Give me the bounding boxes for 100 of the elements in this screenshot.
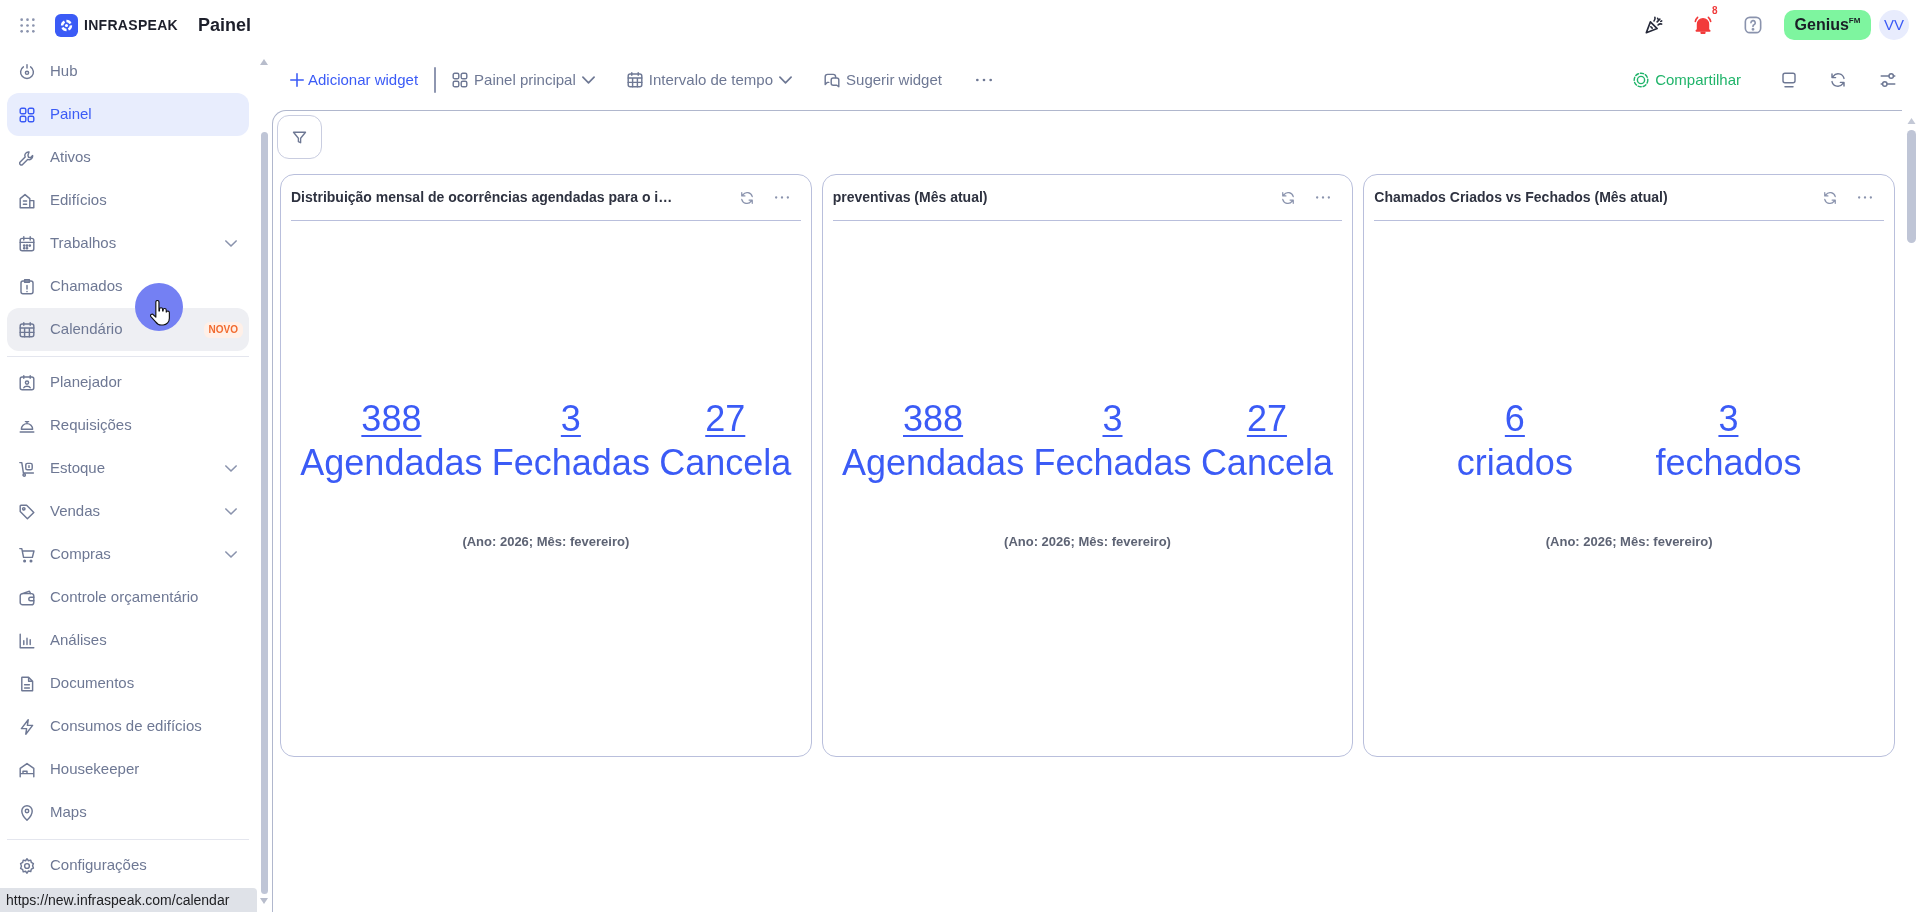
wallet-icon [19,589,35,606]
refresh-icon[interactable] [739,190,754,205]
dashed-circle-icon [1633,72,1650,88]
page-title: Painel [198,13,252,37]
more-icon[interactable] [975,78,992,82]
gear-icon [19,857,35,874]
sidebar-item[interactable]: Hub [7,50,249,93]
power-icon [19,63,35,80]
lightning-icon [19,718,35,735]
speech-bubbles-icon [824,72,841,88]
sidebar-item[interactable]: Consumos de edifícios [7,705,249,748]
sidebar-item[interactable]: Planejador [7,361,249,404]
more-icon[interactable] [774,196,789,199]
logo-icon [55,13,78,37]
stat-label: Fechadas [491,441,650,485]
stat-value-link[interactable]: 3 [1102,397,1123,441]
document-icon [19,675,35,692]
stat-value-link[interactable]: 388 [361,397,422,441]
caret-up-icon[interactable] [260,59,268,65]
plan-badge[interactable]: Genius$^{FM}$ [1784,10,1871,40]
app-launcher-icon[interactable] [20,17,35,33]
stat-value-link[interactable]: 27 [1246,397,1287,441]
chevron-down-icon[interactable] [225,551,237,558]
sliders-icon[interactable] [1880,72,1896,88]
sidebar-item[interactable]: Controle orçamentário [7,576,249,619]
stat-label: Cancela [1200,441,1333,485]
avatar[interactable]: VV [1879,10,1909,40]
sidebar-item[interactable]: Painel [7,93,249,136]
stat-value-link[interactable]: 27 [705,397,746,441]
stat-label: Fechadas [1033,441,1192,485]
scrollbar-thumb[interactable] [1906,130,1916,243]
trolley-icon [19,460,35,477]
chevron-down-icon[interactable] [225,465,237,472]
add-widget-button[interactable]: Adicionar widget [290,68,419,92]
sidebar-item[interactable]: Edifícios [7,179,249,222]
building-icon [19,192,35,209]
cart-icon [19,546,35,563]
plus-icon [290,73,304,87]
house-bed-icon [19,761,35,778]
chevron-down-icon [779,76,793,84]
widget-caption: (Ano: 2026; Mês: fevereiro) [462,534,630,549]
widget-title: preventivas (Mês atual) [832,188,988,207]
sidebar-item[interactable]: Vendas [7,490,249,533]
sidebar-item[interactable]: Análises [7,619,249,662]
more-icon[interactable] [1316,196,1331,199]
sidebar-item[interactable]: Maps [7,791,249,834]
map-pin-icon [19,804,35,821]
stat-label: fechados [1655,441,1802,485]
tag-icon [19,503,35,520]
sidebar-item[interactable]: Estoque [7,447,249,490]
widget-title: Distribuição mensal de ocorrências agendadas para o i… [291,188,673,207]
time-range-dropdown[interactable]: Intervalo de tempo [626,68,793,92]
bar-chart-icon [19,632,35,649]
chevron-down-icon[interactable] [225,508,237,515]
filter-icon [292,129,307,145]
sidebar-item[interactable]: Calendário NOVO [7,308,249,351]
refresh-icon[interactable] [1281,190,1296,205]
notification-count: 8 [1712,6,1718,16]
bell-icon[interactable] [1694,16,1712,34]
stat-label: Agendadas [300,441,483,485]
hand-cursor-icon [150,300,170,326]
stat-label: Cancela [659,441,792,485]
sidebar-item[interactable]: Chamados [7,265,249,308]
sidebar-item[interactable]: Trabalhos [7,222,249,265]
scrollbar-thumb[interactable] [260,132,268,894]
sidebar-item[interactable]: Documentos [7,662,249,705]
sidebar-item[interactable]: Requisições [7,404,249,447]
widget-title: Chamados Criados vs Fechados (Mês atual) [1374,188,1668,207]
dashboard-dropdown[interactable]: Painel principal [452,68,595,92]
stat-label: Agendadas [841,441,1025,485]
stat-value-link[interactable]: 6 [1504,397,1525,441]
party-popper-icon[interactable] [1645,16,1663,34]
help-icon[interactable] [1744,16,1762,34]
filter-button[interactable] [277,115,322,159]
monitor-icon[interactable] [1781,72,1797,88]
chevron-down-icon[interactable] [225,240,237,247]
sidebar-item[interactable]: Housekeeper [7,748,249,791]
brand-name: INFRASPEAK [84,18,178,32]
more-icon[interactable] [1858,196,1872,199]
stat-value-link[interactable]: 388 [903,397,964,441]
share-button[interactable]: Compartilhar [1633,68,1743,92]
chevron-down-icon [581,76,595,84]
stat-value-link[interactable]: 3 [560,397,581,441]
caret-down-icon[interactable] [260,898,268,904]
grid-icon [19,106,35,123]
stat-label: criados [1456,441,1573,485]
widget-caption: (Ano: 2026; Mês: fevereiro) [1545,534,1713,549]
widget-caption: (Ano: 2026; Mês: fevereiro) [1004,534,1171,549]
caret-up-icon[interactable] [1906,118,1916,124]
grid-icon [452,72,469,88]
refresh-icon[interactable] [1823,190,1837,205]
link-preview-url: https://new.infraspeak.com/calendar [0,888,257,912]
sidebar-item[interactable]: Ativos [7,136,249,179]
suggest-widget-button[interactable]: Sugerir widget [824,68,942,92]
sidebar-item[interactable]: Compras [7,533,249,576]
calendar-grid-icon [626,72,643,88]
stat-value-link[interactable]: 3 [1718,397,1739,441]
sidebar-item[interactable]: Configurações [7,844,249,887]
clipboard-alert-icon [19,278,35,295]
refresh-icon[interactable] [1830,72,1846,88]
